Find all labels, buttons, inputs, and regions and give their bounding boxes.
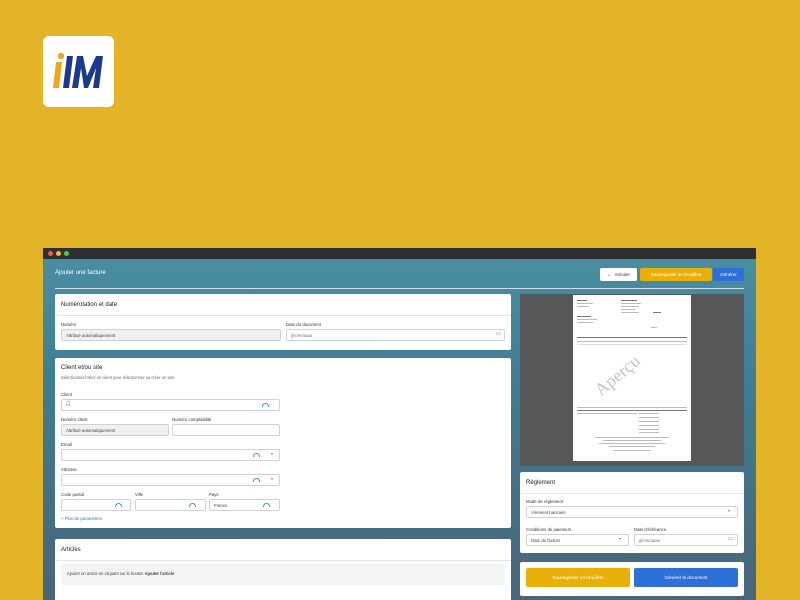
chevron-down-icon[interactable]: ▾ [619, 536, 621, 541]
num-compta-label: Numéro comptabilité [172, 417, 212, 422]
numerotation-card: Numérotation et date Numéro Attribué aut… [55, 294, 511, 350]
reglement-title: Règlement [526, 480, 556, 486]
user-icon: 👤︎ [65, 401, 72, 407]
numerotation-title: Numérotation et date [61, 302, 118, 308]
chevron-down-icon[interactable]: ▾ [271, 451, 273, 456]
logo-mark [52, 52, 103, 88]
client-select[interactable] [61, 399, 280, 411]
add-article-link[interactable]: Ajouter l'article [145, 571, 175, 576]
conditions-select[interactable]: Date de facture [526, 534, 629, 546]
mode-select[interactable]: Virement bancaire [526, 506, 738, 518]
arrow-left-icon: ← [606, 272, 612, 277]
app-logo [43, 36, 114, 107]
generate-document-button[interactable]: Générer le document [634, 568, 738, 587]
pays-label: Pays [209, 492, 219, 497]
card-divider [55, 560, 511, 561]
window-titlebar [43, 248, 756, 259]
save-draft-button[interactable]: Sauvegarder en brouillon [640, 268, 712, 281]
calendar-icon[interactable]: ▭ [728, 536, 733, 542]
actions-card: Sauvegarder en brouillon Générer le docu… [520, 562, 744, 596]
card-divider [55, 315, 511, 316]
cp-label: Code postal [61, 492, 84, 497]
close-dot[interactable] [48, 251, 53, 256]
numero-field: Attribué automatiquement [61, 329, 281, 341]
adresse-select[interactable] [61, 474, 280, 486]
document-preview: Aperçu [520, 294, 744, 466]
client-card: Client et/ou site Sélectionnez/créez un … [55, 358, 511, 528]
client-title: Client et/ou site [61, 365, 103, 371]
date-input[interactable]: jj/mm/aaaa [286, 329, 505, 341]
loading-icon [253, 478, 260, 482]
header-divider [55, 288, 744, 289]
articles-title: Articles [61, 547, 81, 553]
page-title: Ajouter une facture [55, 270, 106, 276]
mode-label: Mode de règlement [526, 499, 564, 504]
date-label: Date du document [286, 322, 322, 327]
loading-icon [189, 503, 196, 507]
numero-label: Numéro [61, 322, 77, 327]
generate-button[interactable]: Générer [713, 268, 744, 281]
maximize-dot[interactable] [64, 251, 69, 256]
more-params-link[interactable]: + Plus de paramètres [61, 516, 102, 521]
adresse-label: Adresse [61, 467, 77, 472]
echeance-label: Date d'échéance [634, 527, 667, 532]
email-select[interactable] [61, 449, 280, 461]
num-client-field: Attribué automatiquement [61, 424, 169, 436]
save-draft-bottom-button[interactable]: Sauvegarder en brouillon [526, 568, 630, 587]
loading-icon [262, 403, 269, 407]
chevron-down-icon[interactable]: ▾ [271, 476, 273, 481]
preview-page: Aperçu [573, 295, 691, 461]
loading-icon [115, 503, 122, 507]
cancel-button[interactable]: ← Annuler [600, 268, 637, 281]
email-label: Email [61, 442, 72, 447]
echeance-input[interactable]: jj/mm/aaaa [634, 534, 738, 546]
page-header: Ajouter une facture ← Annuler Sauvegarde… [43, 259, 756, 289]
client-hint: Sélectionnez/créez un client pour sélect… [61, 375, 176, 380]
articles-empty-text: Ajouter un article en cliquant sur le bo… [67, 571, 175, 576]
minimize-dot[interactable] [56, 251, 61, 256]
num-compta-input[interactable] [172, 424, 280, 436]
reglement-card: Règlement Mode de règlement Virement ban… [520, 472, 744, 553]
card-divider [520, 493, 744, 494]
loading-icon [253, 453, 260, 457]
num-client-label: Numéro client [61, 417, 88, 422]
articles-card: Articles Ajouter un article en cliquant … [55, 539, 511, 600]
chevron-down-icon[interactable]: ▾ [728, 508, 730, 513]
preview-watermark: Aperçu [590, 350, 644, 400]
calendar-icon[interactable]: ▭ [496, 331, 501, 337]
conditions-label: Conditions de paiement [526, 527, 572, 532]
app-window: Ajouter une facture ← Annuler Sauvegarde… [43, 248, 756, 600]
loading-icon [263, 503, 270, 507]
ville-label: Ville [135, 492, 144, 497]
client-label: Client [61, 392, 72, 397]
